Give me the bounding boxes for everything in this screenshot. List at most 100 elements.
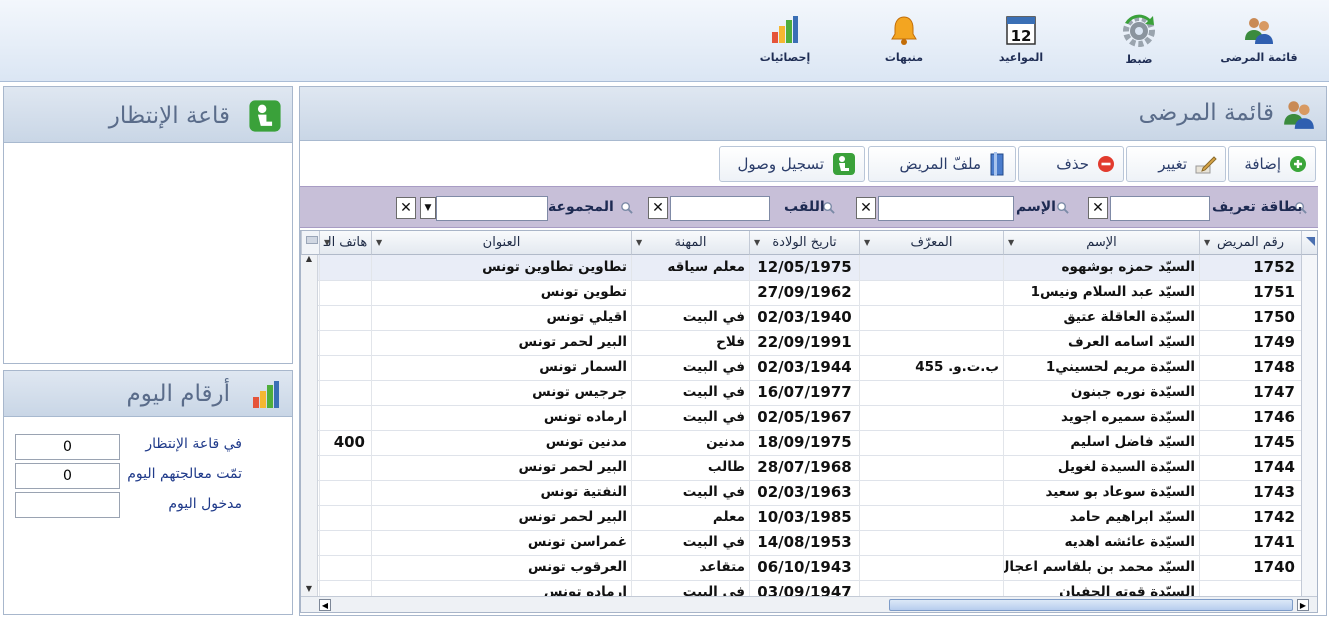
calendar-icon: 12: [1006, 16, 1036, 45]
patient-file-icon: [990, 152, 1004, 176]
scroll-down-arrow[interactable]: ▼: [303, 585, 315, 593]
horizontal-scrollbar[interactable]: ◀ ▶: [301, 596, 1317, 612]
cell-address: تطاوين تطاوين تونس: [371, 255, 631, 280]
edit-button[interactable]: تغيير: [1126, 146, 1226, 182]
add-button[interactable]: إضافة: [1228, 146, 1316, 182]
cell-identifier: [859, 380, 1003, 405]
cell-name: السيّدة سميره اجويد: [1003, 405, 1199, 430]
column-header-patient-id[interactable]: ▼ رقم المريض: [1199, 231, 1301, 255]
surname-filter-input[interactable]: [670, 196, 770, 221]
cell-patient-id: 1744: [1199, 455, 1301, 480]
cell-patient-id: 1747: [1199, 380, 1301, 405]
cell-birth-date: 22/09/1991: [749, 330, 859, 355]
table-row[interactable]: تطاوين تطاوين تونس معلم سياقه 12/05/1975 ال…: [301, 255, 1301, 281]
surname-filter-clear-button[interactable]: ✕: [648, 197, 668, 219]
cell-occupation: في البيت: [631, 480, 749, 505]
cell-occupation: في البيت: [631, 355, 749, 380]
ribbon-alerts-label: منبهات: [884, 51, 924, 64]
cell-birth-date: 16/07/1977: [749, 380, 859, 405]
cell-birth-date: 27/09/1962: [749, 280, 859, 305]
cell-patient-id: 1741: [1199, 530, 1301, 555]
group-filter-input[interactable]: [436, 196, 548, 221]
ribbon-statistics-button[interactable]: إحصائيات: [740, 14, 830, 74]
cell-address: مدنين تونس: [371, 430, 631, 455]
table-row[interactable]: النفتية تونس في البيت 02/03/1963 السيّدة سو…: [301, 480, 1301, 506]
patient-file-button[interactable]: ملفّ المريض: [868, 146, 1016, 182]
waiting-count-label: في قاعة الإنتظار: [145, 436, 242, 452]
cell-occupation: [631, 280, 749, 305]
scroll-right-arrow[interactable]: ▶: [1297, 599, 1309, 611]
cell-name: السيّد عبد السلام ونيس1: [1003, 280, 1199, 305]
cell-address: اقيلي تونس: [371, 305, 631, 330]
cell-address: ارماده تونس: [371, 405, 631, 430]
column-header-birth-date[interactable]: ▼ تاريخ الولادة: [749, 231, 859, 255]
grid-scroll-corner: [301, 231, 319, 255]
group-filter-clear-button[interactable]: ✕: [396, 197, 416, 219]
column-header-name-label: الإسم: [1086, 235, 1117, 250]
cell-phone: [319, 480, 371, 505]
edit-label: تغيير: [1158, 155, 1187, 173]
table-row[interactable]: ارماده تونس في البيت 02/05/1967 السيّدة سمي…: [301, 405, 1301, 431]
patients-icon: [1245, 18, 1273, 44]
ribbon-statistics-label: إحصائيات: [759, 51, 811, 64]
column-header-phone[interactable]: ▼ هاتف الـ: [319, 231, 371, 255]
id-card-filter-input[interactable]: [1110, 196, 1210, 221]
column-header-address[interactable]: ▼ العنوان: [371, 231, 631, 255]
cell-birth-date: 18/09/1975: [749, 430, 859, 455]
table-row[interactable]: السمار تونس في البيت 02/03/1944 ب.ت.و. 455 ا…: [301, 355, 1301, 381]
table-row[interactable]: 400 مدنين تونس مدنين 18/09/1975 السيّد فاضل …: [301, 430, 1301, 456]
waiting-room-icon: [249, 100, 281, 132]
cell-occupation: مدنين: [631, 430, 749, 455]
filter-bar: بطاقة تعريف ✕ الإسم ✕ اللقب ✕ المجموعة ▼…: [300, 186, 1318, 228]
table-row[interactable]: غمراسن تونس في البيت 14/08/1953 السيّدة عائ…: [301, 530, 1301, 556]
group-filter-dropdown-button[interactable]: ▼: [420, 197, 436, 219]
check-in-button[interactable]: تسجيل وصول: [719, 146, 865, 182]
cell-address: البير لحمر تونس: [371, 330, 631, 355]
cell-occupation: في البيت: [631, 380, 749, 405]
name-filter-clear-button[interactable]: ✕: [856, 197, 876, 219]
cell-phone: 400: [319, 430, 371, 455]
scroll-left-arrow[interactable]: ◀: [319, 599, 331, 611]
cell-identifier: [859, 305, 1003, 330]
ribbon-appointments-button[interactable]: 12 المواعيد: [976, 14, 1066, 74]
vertical-scrollbar[interactable]: ▲ ▼: [301, 255, 318, 597]
ribbon-settings-button[interactable]: ضبط: [1094, 14, 1184, 74]
column-header-occupation[interactable]: ▼ المهنة: [631, 231, 749, 255]
column-header-identifier-label: المعرّف: [910, 235, 953, 250]
cell-birth-date: 02/03/1944: [749, 355, 859, 380]
table-row[interactable]: جرجيس تونس في البيت 16/07/1977 السيّدة نوره…: [301, 380, 1301, 406]
cell-identifier: [859, 255, 1003, 280]
cell-birth-date: 02/03/1940: [749, 305, 859, 330]
cell-birth-date: 06/10/1943: [749, 555, 859, 580]
table-row[interactable]: اقيلي تونس في البيت 02/03/1940 السيّدة العا…: [301, 305, 1301, 331]
table-row[interactable]: البير لحمر تونس طالب 28/07/1968 السيّدة الس…: [301, 455, 1301, 481]
table-row[interactable]: تطوين تونس 27/09/1962 السيّد عبد السلام ون…: [301, 280, 1301, 306]
cell-identifier: [859, 405, 1003, 430]
name-filter-input[interactable]: [878, 196, 1014, 221]
check-in-label: تسجيل وصول: [737, 155, 824, 173]
table-row[interactable]: العرقوب تونس متقاعد 06/10/1943 السيّد محمد …: [301, 555, 1301, 581]
scroll-up-arrow[interactable]: ▲: [303, 255, 315, 263]
column-header-identifier[interactable]: ▼ المعرّف: [859, 231, 1003, 255]
cell-patient-id: 1740: [1199, 555, 1301, 580]
table-row[interactable]: البير لحمر تونس معلم 10/03/1985 السيّد ابرا…: [301, 505, 1301, 531]
delete-button[interactable]: حذف: [1018, 146, 1124, 182]
ribbon-alerts-button[interactable]: منبهات: [859, 14, 949, 74]
column-header-phone-label: هاتف الـ: [323, 235, 368, 250]
patient-file-label: ملفّ المريض: [899, 155, 981, 173]
id-card-filter-clear-button[interactable]: ✕: [1088, 197, 1108, 219]
cell-patient-id: 1751: [1199, 280, 1301, 305]
settings-gear-icon: [1123, 14, 1155, 47]
cell-identifier: [859, 430, 1003, 455]
cell-phone: [319, 555, 371, 580]
column-header-name[interactable]: ▼ الإسم: [1003, 231, 1199, 255]
horizontal-scroll-thumb[interactable]: [889, 599, 1293, 611]
table-row[interactable]: البير لحمر تونس فلاح 22/09/1991 السيّد اسام…: [301, 330, 1301, 356]
cell-name: السيّدة السيدة لغويل: [1003, 455, 1199, 480]
treated-today-label: تمّت معالجتهم اليوم: [127, 466, 242, 482]
bell-icon: [891, 16, 917, 45]
ribbon-patients-button[interactable]: قائمة المرضى: [1214, 14, 1304, 74]
today-figures-title: أرقام اليوم: [126, 381, 230, 407]
cell-address: جرجيس تونس: [371, 380, 631, 405]
cell-name: السيّد محمد بن بلقاسم اعجال: [1003, 555, 1199, 580]
